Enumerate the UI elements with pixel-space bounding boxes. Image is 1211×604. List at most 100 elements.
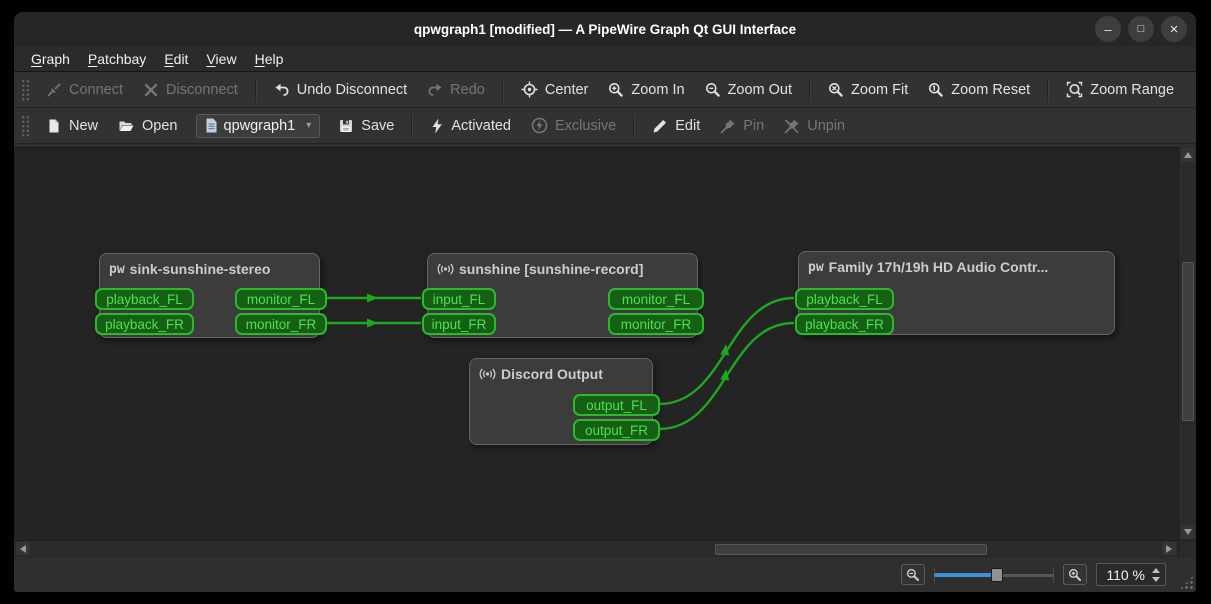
menu-graph[interactable]: Graph — [22, 48, 79, 70]
zoom-fit-icon — [828, 82, 844, 98]
zoom-out-icon — [705, 82, 721, 98]
scroll-left-button[interactable] — [16, 542, 30, 555]
app-window: qpwgraph1 [modified] — A PipeWire Graph … — [14, 12, 1196, 592]
maximize-button[interactable]: □ — [1128, 16, 1154, 42]
node-header: Discord Output — [470, 359, 652, 382]
disconnect-button[interactable]: Disconnect — [133, 77, 248, 103]
arrow-left-icon — [20, 544, 26, 553]
scrollbar-corner — [1178, 540, 1196, 556]
connections-layer — [326, 293, 795, 431]
port-output-fr[interactable]: output_FR — [573, 419, 660, 441]
vertical-scrollbar-handle[interactable] — [1182, 262, 1194, 421]
zoom-range-button[interactable]: Zoom Range — [1056, 76, 1184, 103]
zoom-reset-icon — [928, 82, 944, 98]
port-monitor-fl[interactable]: monitor_FL — [235, 288, 327, 310]
patchbay-profile-combo[interactable]: qpwgraph1 ▾ — [195, 113, 321, 138]
node-header: pw sink-sunshine-stereo — [100, 254, 319, 277]
new-file-icon — [46, 118, 62, 134]
patchbay-profile-value: qpwgraph1 — [223, 117, 296, 134]
edit-button[interactable]: Edit — [642, 113, 710, 139]
spin-down-icon[interactable] — [1152, 576, 1160, 582]
save-button[interactable]: Save — [328, 113, 404, 139]
toolbar-separator — [809, 77, 812, 102]
port-playback-fr[interactable]: playback_FR — [95, 313, 194, 335]
menu-patchbay[interactable]: Patchbay — [79, 48, 155, 70]
titlebar[interactable]: qpwgraph1 [modified] — A PipeWire Graph … — [14, 12, 1196, 46]
toolbar-graph: Connect Disconnect Undo Disconnect Redo — [14, 72, 1196, 108]
unpin-icon — [784, 118, 800, 134]
new-button[interactable]: New — [36, 113, 108, 139]
node-header: pw Family 17h/19h HD Audio Contr... — [799, 252, 1114, 275]
scroll-up-button[interactable] — [1181, 148, 1195, 162]
node-family-hd-audio[interactable]: pw Family 17h/19h HD Audio Contr... play… — [795, 251, 1115, 335]
activated-button[interactable]: Activated — [420, 113, 521, 139]
port-monitor-fr[interactable]: monitor_FR — [235, 313, 327, 335]
toolbar-separator — [1047, 77, 1050, 102]
slider-handle[interactable] — [991, 567, 1004, 582]
disconnect-icon — [143, 82, 159, 98]
save-icon — [338, 118, 354, 134]
port-playback-fl[interactable]: playback_FL — [95, 288, 194, 310]
spinbox-arrows — [1152, 567, 1160, 582]
window-title: qpwgraph1 [modified] — A PipeWire Graph … — [413, 21, 797, 37]
zoom-in-icon — [1068, 568, 1082, 582]
port-monitor-fr[interactable]: monitor_FR — [608, 313, 704, 335]
node-title: sunshine [sunshine-record] — [459, 261, 644, 277]
node-discord-output[interactable]: Discord Output output_FL output_FR — [469, 358, 660, 445]
node-sunshine-record[interactable]: sunshine [sunshine-record] input_FL inpu… — [422, 253, 704, 338]
port-input-fr[interactable]: input_FR — [422, 313, 496, 335]
port-monitor-fl[interactable]: monitor_FL — [608, 288, 704, 310]
menu-view[interactable]: View — [197, 48, 245, 70]
menubar: Graph Patchbay Edit View Help — [14, 46, 1196, 72]
exclusive-bolt-icon — [531, 117, 548, 134]
zoom-fit-button[interactable]: Zoom Fit — [818, 77, 918, 103]
horizontal-scrollbar[interactable] — [14, 540, 1178, 556]
close-button[interactable]: × — [1161, 16, 1187, 42]
zoom-reset-button[interactable]: Zoom Reset — [918, 77, 1040, 103]
unpin-button[interactable]: Unpin — [774, 113, 855, 139]
node-header: sunshine [sunshine-record] — [428, 254, 697, 277]
center-icon — [521, 81, 538, 98]
zoom-slider[interactable] — [934, 566, 1055, 584]
zoom-percent-value: 110 % — [1106, 566, 1145, 583]
zoom-percent-spinbox[interactable]: 110 % — [1096, 563, 1166, 586]
stream-icon — [437, 261, 454, 277]
connect-button[interactable]: Connect — [36, 77, 133, 103]
port-playback-fl[interactable]: playback_FL — [795, 288, 894, 310]
pin-button[interactable]: Pin — [710, 113, 774, 139]
port-playback-fr[interactable]: playback_FR — [795, 313, 894, 335]
scroll-down-button[interactable] — [1181, 525, 1195, 539]
toolbar-separator — [254, 77, 257, 102]
zoom-in-button[interactable]: Zoom In — [598, 77, 694, 103]
vertical-scrollbar[interactable] — [1178, 147, 1196, 540]
wire-arrow-icon — [720, 344, 730, 356]
pin-icon — [720, 118, 736, 134]
undo-icon — [274, 82, 290, 98]
undo-disconnect-button[interactable]: Undo Disconnect — [264, 77, 417, 103]
toolbar-grip[interactable] — [21, 78, 30, 101]
zoom-out-button[interactable]: Zoom Out — [695, 77, 802, 103]
window-resize-grip[interactable] — [1179, 575, 1194, 590]
scroll-right-button[interactable] — [1162, 542, 1176, 555]
graph-canvas[interactable]: pw sink-sunshine-stereo playback_FL play… — [14, 147, 1178, 540]
close-icon: × — [1169, 20, 1179, 38]
open-folder-icon — [118, 118, 135, 134]
toolbar-grip[interactable] — [21, 114, 30, 137]
arrow-right-icon — [1166, 544, 1172, 553]
arrow-down-icon — [1184, 529, 1192, 535]
chevron-down-icon: ▾ — [306, 120, 312, 131]
statusbar-zoom-in-button[interactable] — [1063, 564, 1088, 585]
port-input-fl[interactable]: input_FL — [422, 288, 496, 310]
menu-help[interactable]: Help — [246, 48, 293, 70]
node-sink-sunshine-stereo[interactable]: pw sink-sunshine-stereo playback_FL play… — [95, 253, 327, 338]
spin-up-icon[interactable] — [1152, 567, 1160, 573]
exclusive-button[interactable]: Exclusive — [521, 112, 626, 139]
horizontal-scrollbar-handle[interactable] — [715, 544, 987, 555]
minimize-button[interactable]: – — [1095, 16, 1121, 42]
center-button[interactable]: Center — [511, 76, 599, 103]
redo-button[interactable]: Redo — [417, 77, 495, 103]
open-button[interactable]: Open — [108, 113, 187, 139]
port-output-fl[interactable]: output_FL — [573, 394, 660, 416]
statusbar-zoom-out-button[interactable] — [901, 564, 926, 585]
menu-edit[interactable]: Edit — [155, 48, 197, 70]
